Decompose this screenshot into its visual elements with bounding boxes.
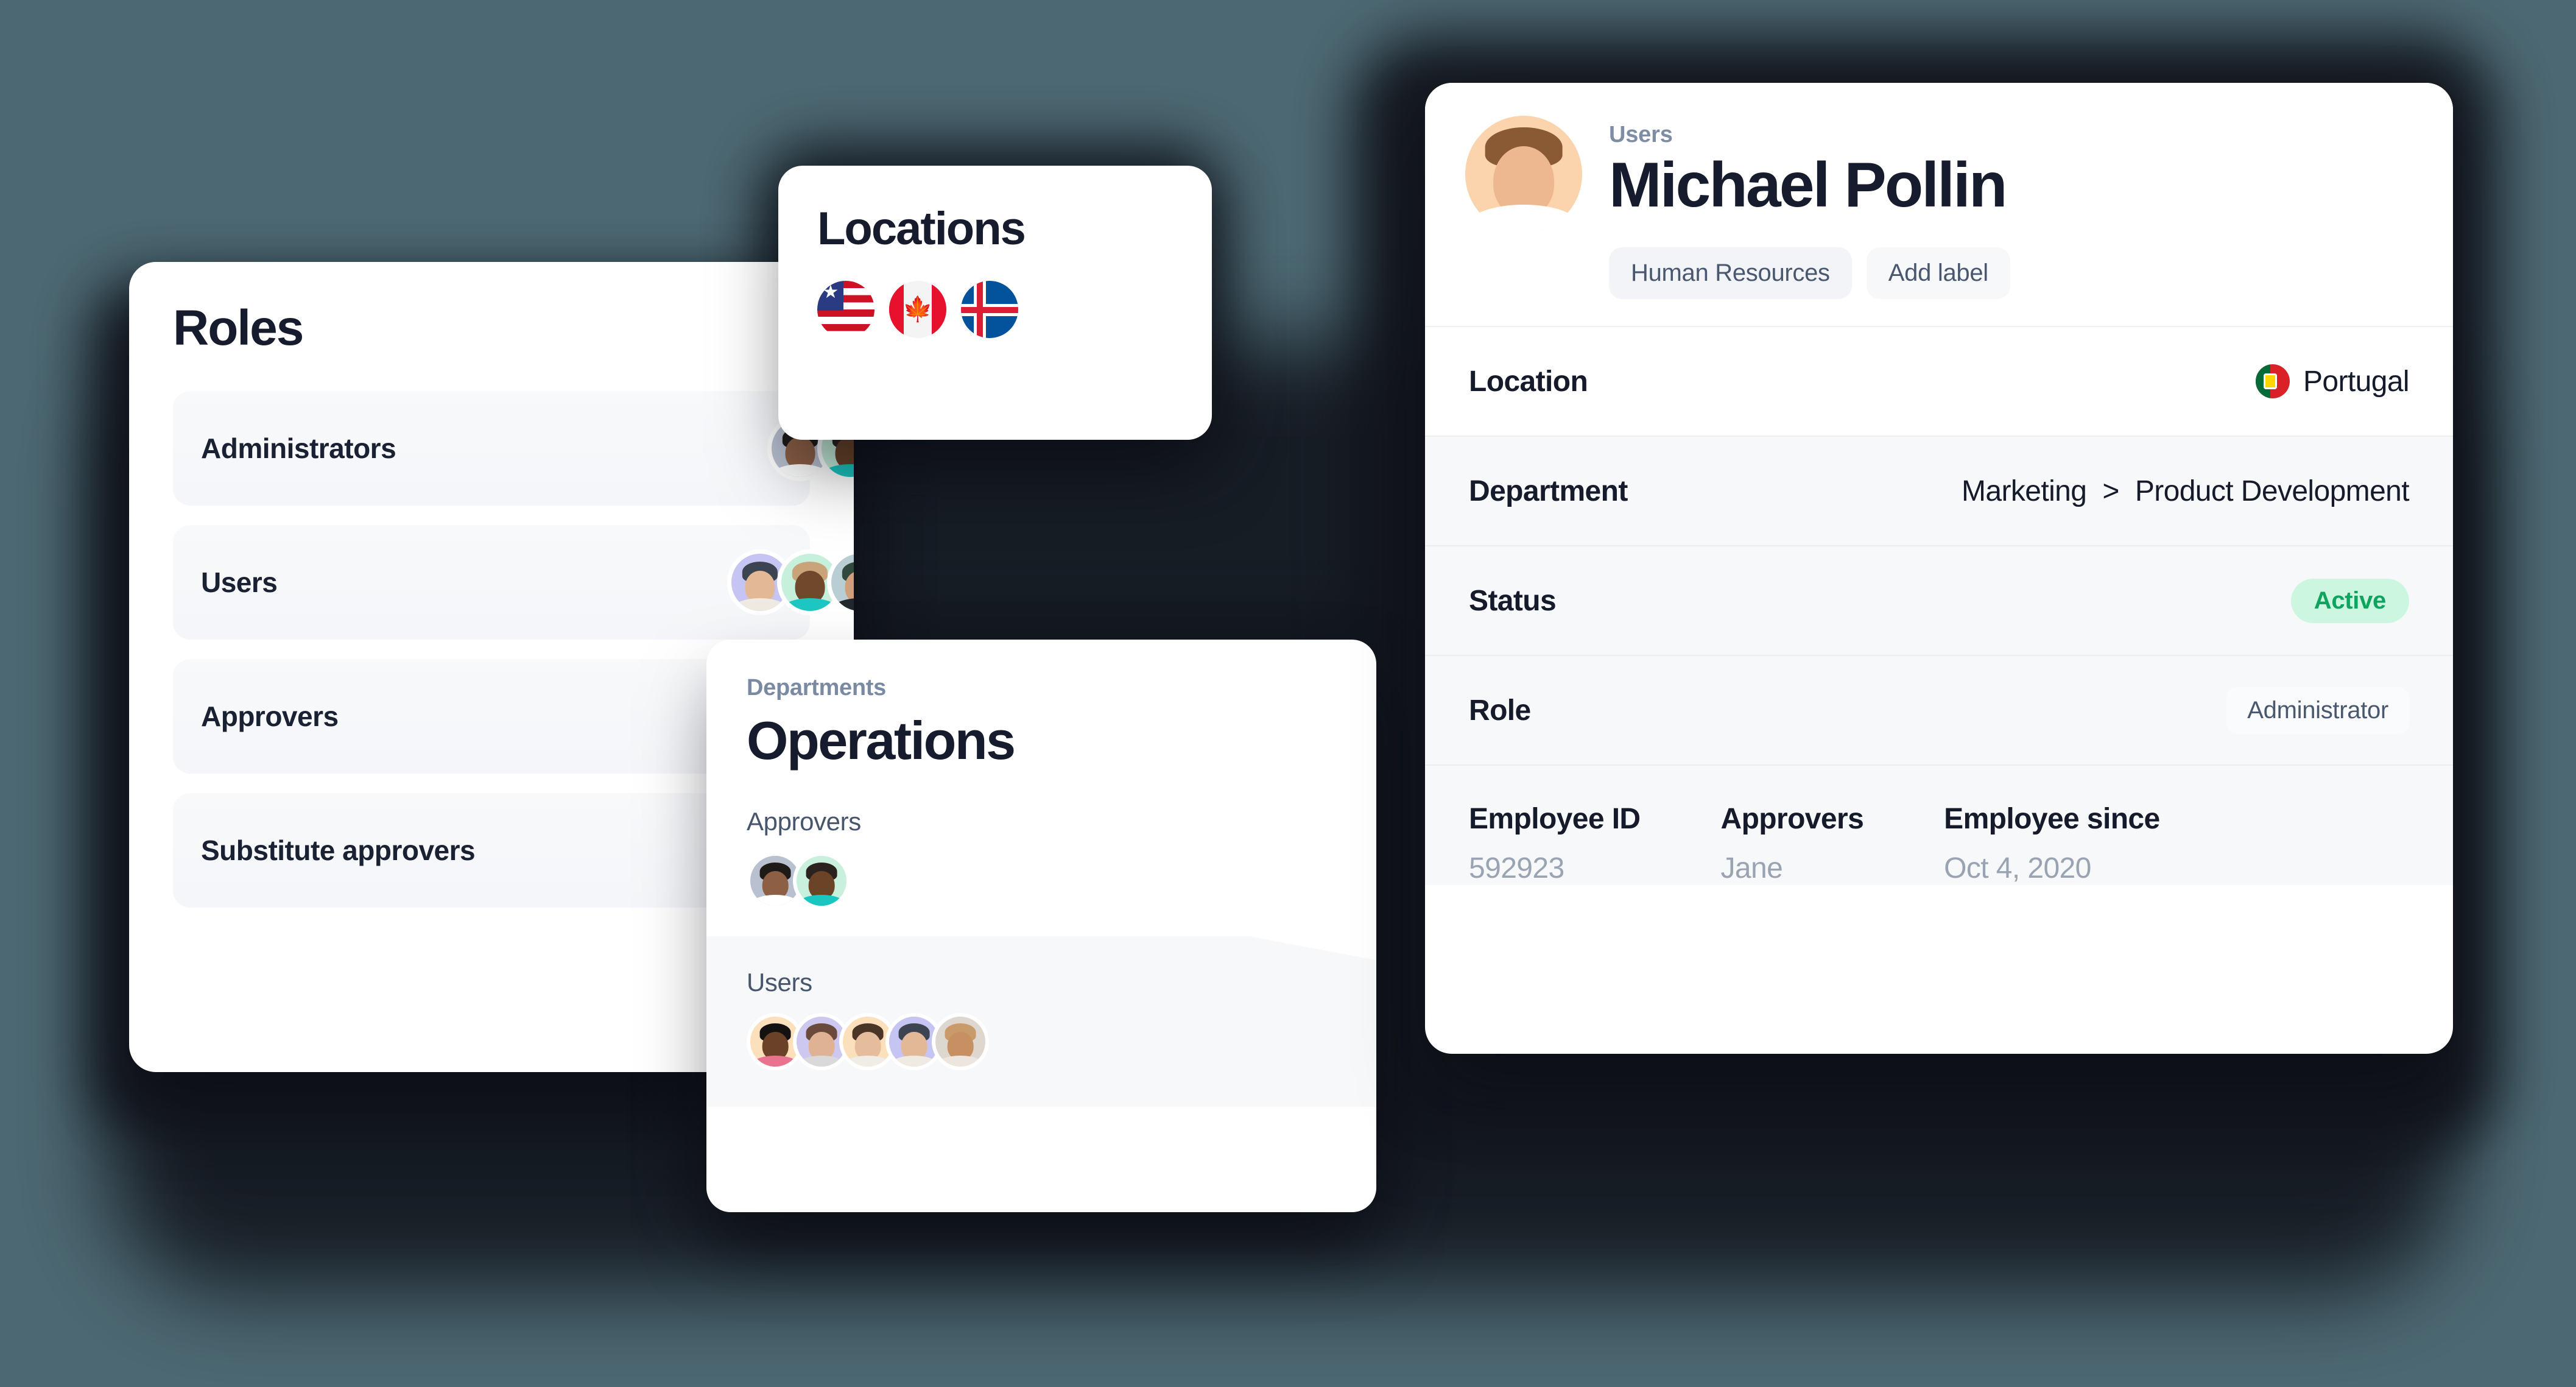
detail-key: Role xyxy=(1469,694,1531,727)
screenshot-stage: Roles Administrators Users Approvers Sub… xyxy=(0,0,2576,1387)
profile-name: Michael Pollin xyxy=(1609,150,2007,221)
stat-value: Jane xyxy=(1720,852,1783,884)
detail-value: Marketing > Product Development xyxy=(1962,475,2410,508)
profile-stats: Employee ID 592923 Approvers Jane Employ… xyxy=(1425,764,2453,885)
user-profile-card: Users Michael Pollin Human Resources Add… xyxy=(1425,83,2453,1054)
profile-eyebrow: Users xyxy=(1609,122,1673,147)
locations-flag-row: 🍁 xyxy=(817,281,1173,338)
location-value: Portugal xyxy=(2303,365,2410,398)
avatar[interactable] xyxy=(827,549,854,615)
roles-card-title: Roles xyxy=(173,300,304,356)
departments-approvers-avatars[interactable] xyxy=(747,852,1336,909)
departments-title: Operations xyxy=(747,710,1016,771)
add-label-button[interactable]: Add label xyxy=(1866,247,2010,299)
detail-row-location[interactable]: Location Portugal xyxy=(1425,326,2453,436)
departments-approvers-label: Approvers xyxy=(747,807,861,836)
detail-key: Location xyxy=(1469,365,1588,398)
detail-row-department[interactable]: Department Marketing > Product Developme… xyxy=(1425,436,2453,545)
avatar-group-users[interactable] xyxy=(727,549,854,615)
departments-card: Departments Operations Approvers Users xyxy=(706,640,1376,1212)
avatar[interactable] xyxy=(793,852,850,909)
detail-key: Status xyxy=(1469,584,1557,617)
role-row-users[interactable]: Users xyxy=(173,525,854,640)
role-label: Substitute approvers xyxy=(201,835,476,866)
stat-value: 592923 xyxy=(1469,852,1564,884)
profile-label-chips: Human Resources Add label xyxy=(1425,233,2453,326)
role-row-administrators[interactable]: Administrators xyxy=(173,391,854,506)
role-value[interactable]: Administrator xyxy=(2226,686,2409,734)
detail-key: Department xyxy=(1469,475,1628,507)
profile-detail-list: Location Portugal Department Marketing >… xyxy=(1425,326,2453,885)
chevron-right-icon: > xyxy=(2102,475,2119,507)
departments-eyebrow: Departments xyxy=(747,675,886,701)
profile-avatar[interactable] xyxy=(1465,116,1582,233)
stat-label: Approvers xyxy=(1720,803,1864,835)
detail-row-role[interactable]: Role Administrator xyxy=(1425,655,2453,764)
stat-employee-id: Employee ID 592923 xyxy=(1469,802,1641,885)
stat-employee-since: Employee since Oct 4, 2020 xyxy=(1944,802,2160,885)
stat-label: Employee since xyxy=(1944,803,2160,835)
locations-card: Locations 🍁 xyxy=(778,166,1212,440)
stat-label: Employee ID xyxy=(1469,803,1641,835)
departments-users-label: Users xyxy=(747,968,812,997)
role-label: Administrators xyxy=(201,432,396,464)
portugal-flag-icon xyxy=(2256,364,2290,398)
canada-flag-icon[interactable]: 🍁 xyxy=(889,281,946,338)
profile-header: Users Michael Pollin xyxy=(1425,83,2453,233)
detail-row-status[interactable]: Status Active xyxy=(1425,545,2453,655)
detail-value: Portugal xyxy=(2256,364,2410,398)
stat-approvers: Approvers Jane xyxy=(1721,802,1864,885)
iceland-flag-icon[interactable] xyxy=(961,281,1018,338)
avatar[interactable] xyxy=(932,1013,989,1070)
united-states-flag-icon[interactable] xyxy=(817,281,875,338)
department-child: Product Development xyxy=(2134,475,2410,507)
locations-card-title: Locations xyxy=(817,203,1026,255)
stat-value: Oct 4, 2020 xyxy=(1944,852,2091,884)
departments-users-avatars[interactable] xyxy=(747,1013,1336,1070)
role-label: Users xyxy=(201,566,278,598)
role-label: Approvers xyxy=(201,701,339,732)
label-chip-human-resources[interactable]: Human Resources xyxy=(1609,247,1852,299)
department-parent: Marketing xyxy=(1962,475,2087,507)
departments-users-section[interactable]: Users xyxy=(706,936,1376,1107)
status-badge: Active xyxy=(2290,578,2409,623)
